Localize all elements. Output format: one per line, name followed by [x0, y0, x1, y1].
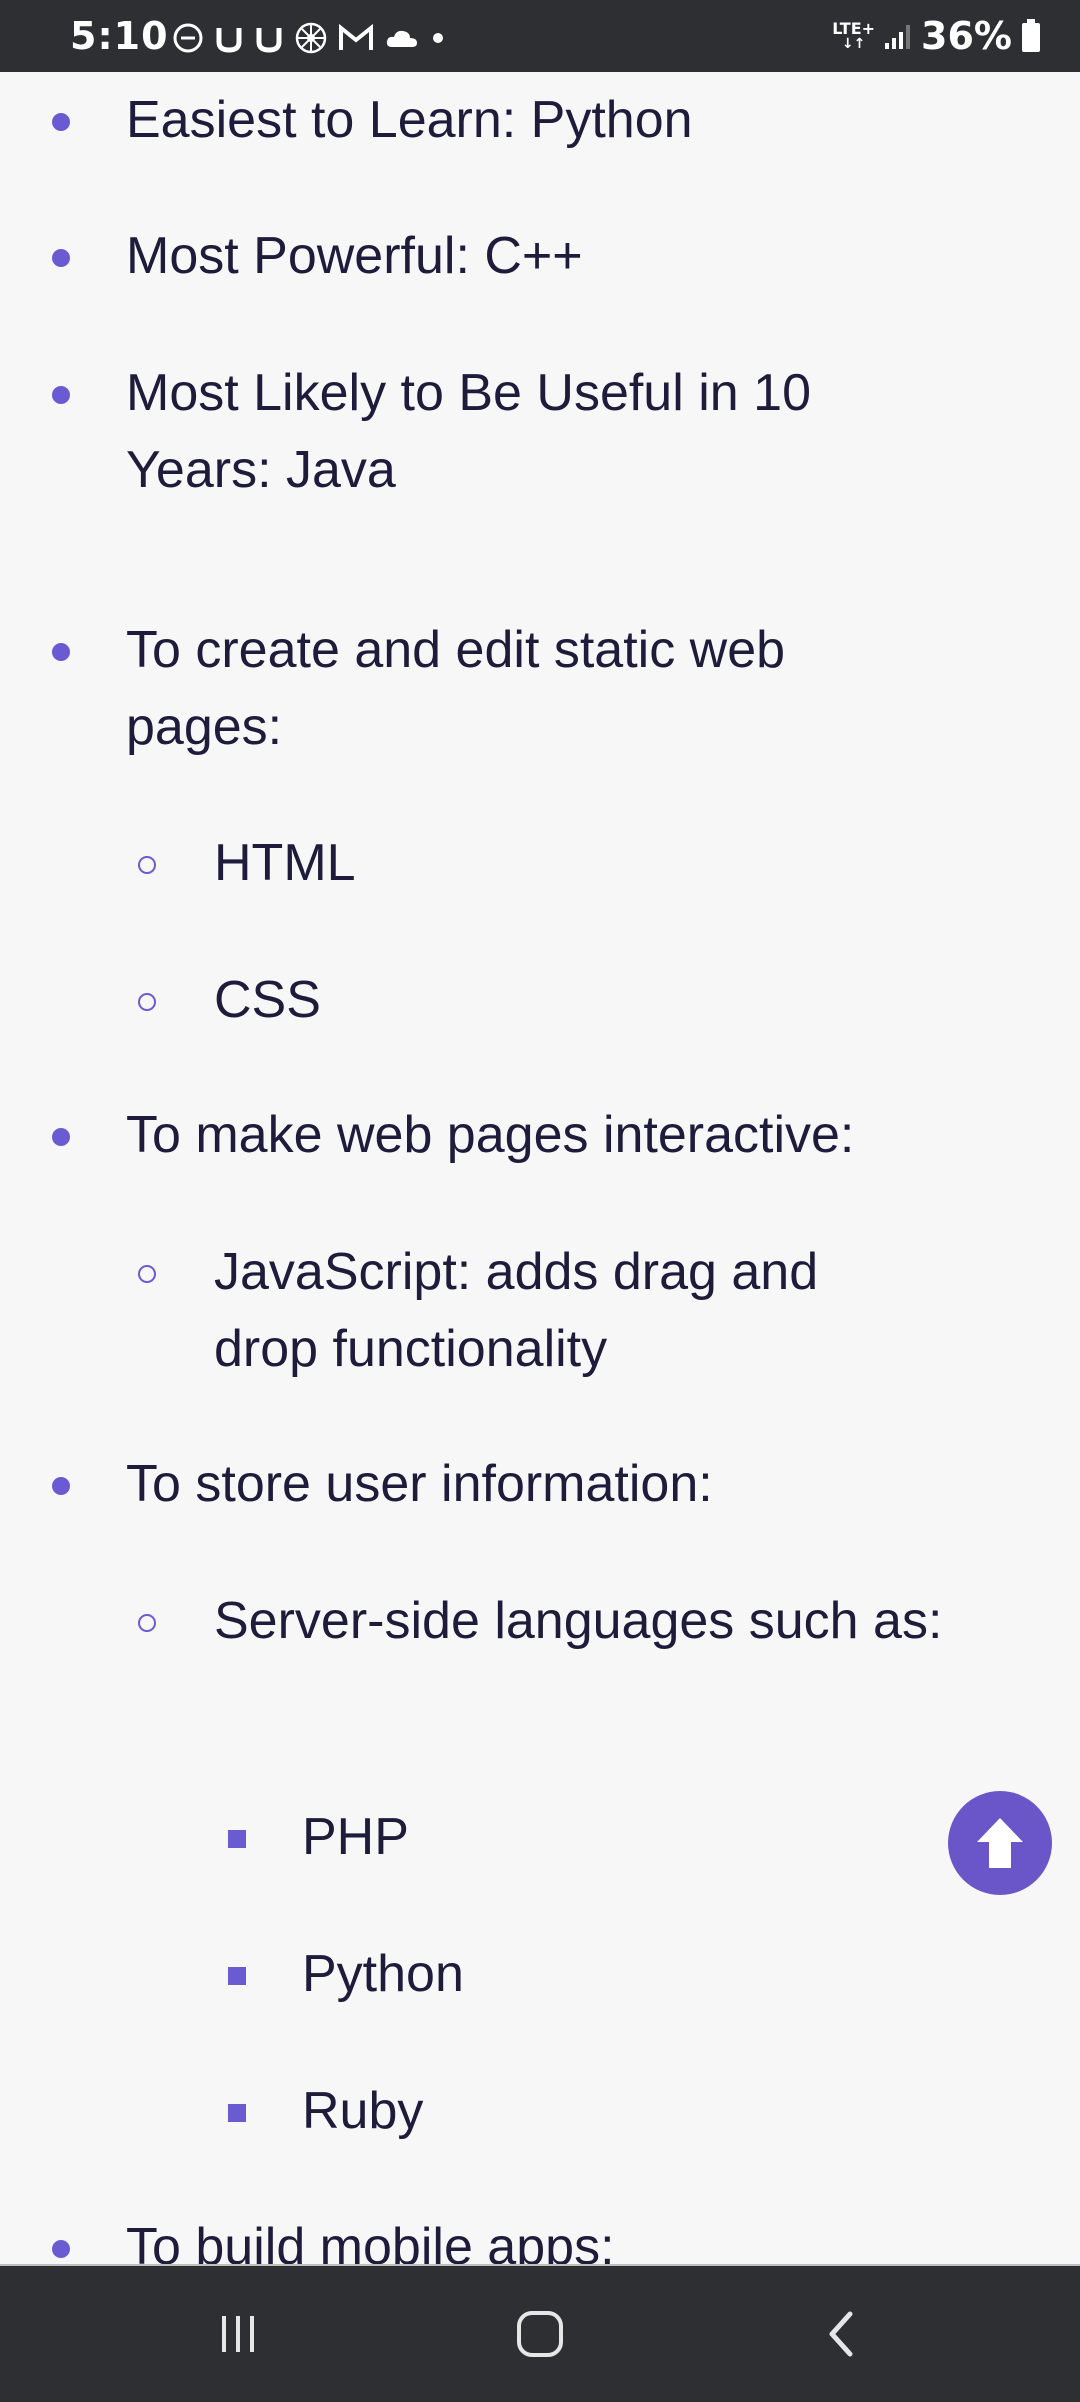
bullet-square-icon — [228, 1967, 246, 1985]
bullet-circle-icon — [138, 856, 156, 874]
list-item-text: CSS — [214, 971, 321, 1029]
u-app-icon — [256, 28, 282, 53]
bullet-circle-icon — [138, 993, 156, 1011]
status-right: LTE+ ↓↑ 36% — [832, 14, 1042, 58]
arrow-up-icon — [977, 1818, 1023, 1868]
network-indicator: LTE+ ↓↑ — [832, 19, 876, 52]
signal-icon — [885, 25, 911, 49]
recent-apps-icon — [222, 2316, 254, 2352]
navigation-bar — [0, 2264, 1080, 2402]
flower-app-icon — [295, 22, 327, 54]
list-item-text: Ruby — [302, 2082, 424, 2140]
home-icon — [517, 2311, 563, 2357]
notification-icons — [172, 20, 446, 56]
back-button[interactable] — [782, 2266, 902, 2402]
bullet-disc-icon — [52, 1128, 70, 1146]
scroll-to-top-button[interactable] — [948, 1791, 1052, 1895]
gmail-icon — [339, 23, 373, 50]
home-button[interactable] — [480, 2266, 600, 2402]
back-icon — [829, 2311, 853, 2357]
list-item-text: PHP — [302, 1808, 409, 1866]
list-item-text: Python — [302, 1945, 464, 2003]
dot-icon — [433, 33, 443, 43]
list-item-text: Most Powerful: C++ — [126, 227, 583, 285]
list-item-text: To build mobile apps: — [126, 2218, 615, 2264]
list-item-text: Easiest to Learn: Python — [126, 91, 693, 149]
data-arrows-icon: ↓↑ — [841, 36, 866, 52]
bullet-disc-icon — [52, 113, 70, 131]
bullet-circle-icon — [138, 1614, 156, 1632]
bullet-disc-icon — [52, 643, 70, 661]
bullet-circle-icon — [138, 1265, 156, 1283]
status-bar: 5:10 LTE+ ↓↑ 36% — [0, 0, 1080, 72]
bullet-disc-icon — [52, 249, 70, 267]
list-item-text: Most Likely to Be Useful in 10 Years: Ja… — [126, 364, 811, 499]
list-item-text: Server-side languages such as: — [214, 1592, 943, 1650]
battery-icon — [1022, 19, 1040, 52]
battery-percentage: 36% — [921, 14, 1012, 58]
list-item-text: HTML — [214, 834, 356, 892]
list-item-text: To create and edit static web pages: — [126, 621, 786, 756]
list-item-text: To store user information: — [126, 1455, 713, 1513]
do-not-disturb-icon — [173, 23, 203, 53]
article-content: Easiest to Learn: Python Most Powerful: … — [0, 72, 1080, 2264]
list-item-text: JavaScript: adds drag and drop functiona… — [214, 1243, 819, 1378]
network-type: LTE+ — [832, 19, 876, 38]
bullet-disc-icon — [52, 386, 70, 404]
bullet-disc-icon — [52, 1477, 70, 1495]
list-item-text: To make web pages interactive: — [126, 1106, 855, 1164]
cloud-app-icon — [386, 30, 417, 47]
bullet-disc-icon — [52, 2240, 70, 2258]
recent-apps-button[interactable] — [178, 2266, 298, 2402]
u-app-icon — [216, 28, 242, 53]
bullet-square-icon — [228, 2104, 246, 2122]
status-time: 5:10 — [70, 14, 169, 58]
bullet-square-icon — [228, 1830, 246, 1848]
